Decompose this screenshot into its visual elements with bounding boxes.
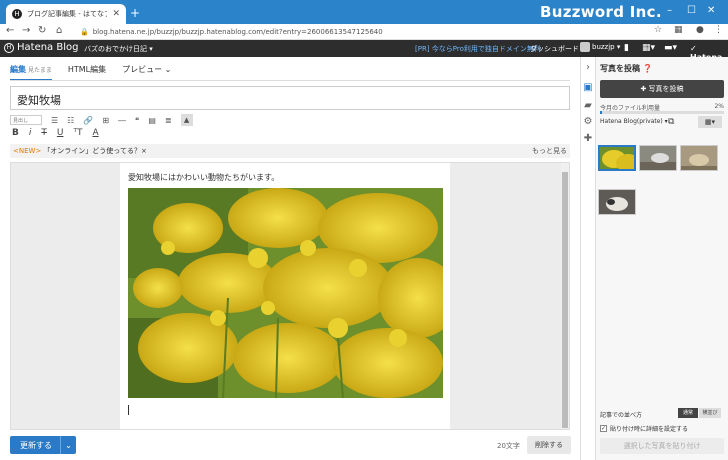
pro-promo-link[interactable]: [PR] 今ならPro利用で独自ドメイン無料 [415, 44, 541, 54]
sort-normal-button[interactable]: 通常 [678, 408, 698, 418]
quote-icon[interactable]: ❝ [135, 116, 139, 125]
detail-checkbox-label: 貼り付け時に詳細を設定する [610, 426, 689, 433]
tab-html[interactable]: HTML編集 [68, 64, 106, 81]
post-title-input[interactable]: 愛知牧場 [10, 86, 570, 110]
hatena-logo-icon: H [4, 42, 14, 53]
collapse-panel-icon[interactable]: › [582, 62, 594, 73]
collapse-toolbar-icon[interactable]: ▲ [180, 114, 193, 126]
hatena-logo-text: Hatena Blog [17, 42, 79, 53]
browser-tab[interactable]: H ブログ記事編集 - はてなブログ ✕ [6, 4, 126, 24]
table-icon[interactable]: ▤ [148, 116, 156, 125]
rapeseed-flower-photo[interactable] [128, 188, 443, 398]
tab-wysiwyg-sub: 見たまま [28, 67, 52, 74]
new-tab-button[interactable]: + [130, 6, 140, 20]
char-count: 20文字 [497, 442, 520, 450]
italic-icon[interactable]: i [29, 128, 32, 138]
bookmark-icon[interactable]: ▮ [624, 43, 629, 53]
tab-wysiwyg-label: 編集 [10, 65, 26, 74]
photo-panel-icon[interactable]: ▣ [582, 82, 594, 93]
photo-panel-title: 写真を投稿 ❓ [600, 64, 653, 73]
heading-select[interactable]: 見出し [10, 115, 42, 125]
bold-icon[interactable]: B [12, 128, 19, 138]
delete-button[interactable]: 削除する [527, 436, 571, 454]
browser-menu-icon[interactable]: ⋮ [714, 25, 723, 35]
blog-name-menu[interactable]: バズのおでかけ日記 ▾ [84, 44, 153, 54]
text-caret [128, 405, 129, 415]
user-name: buzzjp ▾ [592, 43, 621, 51]
indent-icon[interactable]: ≣ [165, 116, 172, 125]
strikethrough-icon[interactable]: T [41, 128, 47, 138]
avatar [580, 42, 590, 52]
news-more-link[interactable]: もっと見る [532, 146, 567, 156]
update-button[interactable]: 更新する ⌄ [10, 436, 76, 454]
news-text[interactable]: 「オンライン」どう使ってる？× [43, 146, 147, 156]
link-icon[interactable]: 🔗 [83, 116, 93, 125]
sort-label: 記事での並べ方 [600, 412, 643, 419]
extension-icon[interactable]: ▦ [674, 25, 683, 35]
close-tab-icon[interactable]: ✕ [112, 9, 120, 19]
numbered-list-icon[interactable]: ☷ [67, 116, 74, 125]
reload-icon[interactable]: ↻ [38, 25, 46, 36]
underline-icon[interactable]: U [57, 128, 64, 138]
window-close-icon[interactable]: ✕ [707, 5, 715, 16]
back-icon[interactable]: ← [6, 25, 14, 36]
text-color-icon[interactable]: A [92, 128, 98, 138]
folder-icon[interactable]: ▰ [582, 100, 594, 111]
minimize-icon[interactable]: – [667, 5, 672, 16]
dashboard-link[interactable]: ダッシュボード [530, 44, 579, 54]
editor-tabs: 編集 見たまま HTML編集 プレビュー ⌄ [10, 64, 171, 81]
tab-title: ブログ記事編集 - はてなブログ [27, 10, 107, 18]
brand-watermark: Buzzword Inc. [540, 3, 662, 21]
notification-icon[interactable]: ▬▾ [664, 43, 677, 53]
plus-icon[interactable]: ✚ [582, 133, 594, 144]
hatena-blog-logo[interactable]: H Hatena Blog [4, 42, 78, 53]
usage-bar [600, 111, 724, 114]
external-link-icon[interactable]: ⧉ [668, 117, 674, 127]
tab-preview[interactable]: プレビュー ⌄ [122, 64, 171, 81]
sort-horizontal-button[interactable]: 横並び [699, 408, 721, 418]
hatena-favicon-icon: H [12, 9, 22, 19]
url-text: blog.hatena.ne.jp/buzzjp/buzzjp.hatenabl… [92, 28, 383, 36]
profile-icon[interactable]: ● [696, 25, 704, 35]
star-icon[interactable]: ☆ [654, 25, 662, 35]
tab-wysiwyg[interactable]: 編集 見たまま [10, 64, 52, 81]
usage-bar-fill [600, 111, 602, 114]
maximize-icon[interactable]: ☐ [687, 5, 696, 16]
lock-icon: 🔒 [80, 28, 89, 36]
editor-scrollbar-thumb[interactable] [562, 172, 568, 428]
news-bar: <NEW> 「オンライン」どう使ってる？× もっと見る [10, 144, 570, 158]
apps-grid-icon[interactable]: ▦▾ [642, 43, 655, 53]
chevron-down-icon[interactable]: ⌄ [61, 441, 76, 450]
gear-icon[interactable]: ⚙ [582, 116, 594, 127]
forward-icon[interactable]: → [22, 25, 30, 36]
post-photo-button[interactable]: ✚ 写真を投稿 [600, 80, 724, 98]
news-new-badge: <NEW> [13, 147, 42, 155]
body-paragraph[interactable]: 愛知牧場にはかわいい動物たちがいます。 [128, 172, 279, 183]
horizontal-rule-icon[interactable]: ― [118, 116, 126, 125]
url-field[interactable]: 🔒 blog.hatena.ne.jp/buzzjp/buzzjp.hatena… [80, 26, 640, 38]
album-select[interactable]: Hatena Blog(private) ▾ [600, 118, 668, 125]
photo-thumbnail[interactable] [639, 145, 677, 171]
editor-footer [0, 432, 580, 460]
font-size-icon[interactable]: ᵀT [73, 128, 82, 138]
tabs-divider [10, 80, 570, 81]
view-mode-icon[interactable]: ▦▾ [698, 116, 722, 128]
bulleted-list-icon[interactable]: ☰ [51, 116, 58, 125]
home-icon[interactable]: ⌂ [56, 25, 62, 36]
photo-thumbnail[interactable] [598, 189, 636, 215]
photo-thumbnail[interactable] [598, 145, 636, 171]
toolbar-row-2: B i T U ᵀT A [12, 128, 99, 138]
checkbox-checked-icon[interactable]: ✓ [600, 425, 607, 432]
update-button-label: 更新する [10, 436, 61, 454]
more-icon[interactable]: ⊞ [102, 116, 109, 125]
photo-thumbnail[interactable] [680, 145, 718, 171]
detail-checkbox-row[interactable]: ✓ 貼り付け時に詳細を設定する [600, 424, 688, 433]
user-menu[interactable]: buzzjp ▾ [580, 42, 620, 52]
toolbar-row-1: 見出し ☰ ☷ 🔗 ⊞ ― ❝ ▤ ≣ ▲ [10, 114, 193, 126]
paste-selected-button[interactable]: 選択した写真を貼り付け [600, 438, 724, 454]
